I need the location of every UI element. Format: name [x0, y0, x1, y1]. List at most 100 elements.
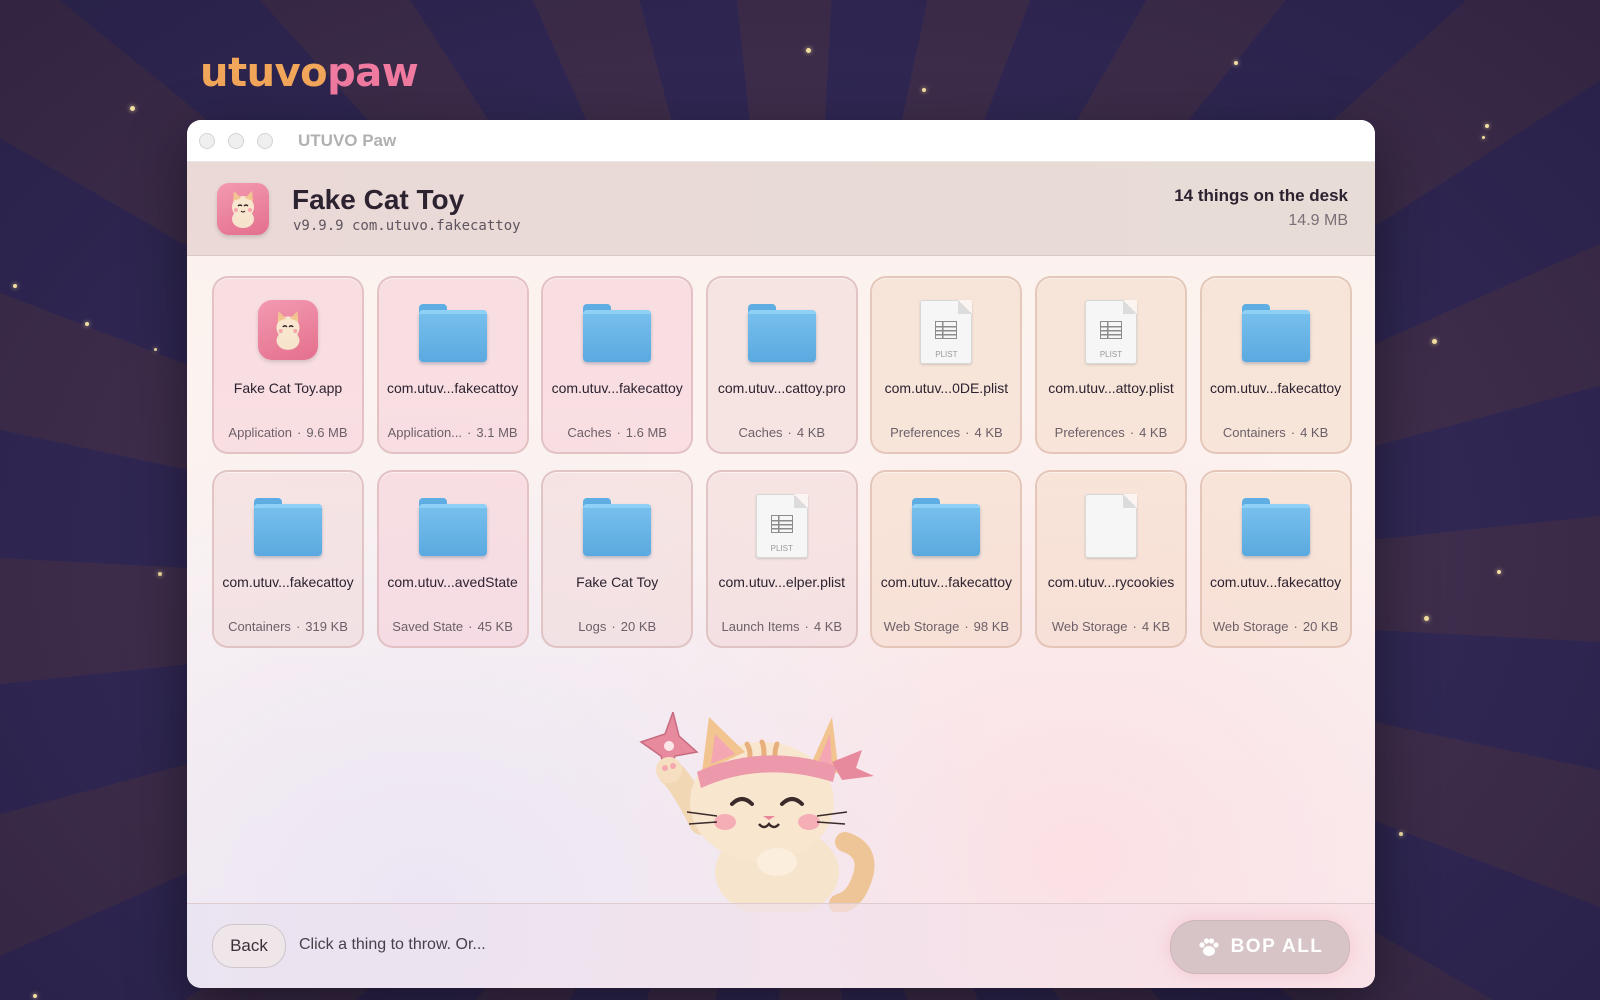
file-meta: Launch Items · 4 KB — [708, 619, 856, 634]
file-tile[interactable]: com.utuv...cattoy.pro Caches · 4 KB — [705, 276, 858, 454]
file-name: Fake Cat Toy.app — [233, 380, 343, 396]
file-meta: Containers · 4 KB — [1202, 425, 1350, 440]
file-category: Web Storage — [1212, 619, 1289, 634]
file-name: com.utuv...rycookies — [1047, 574, 1175, 590]
file-size: 20 KB — [1302, 619, 1339, 634]
file-tile[interactable]: PLIST com.utuv...attoy.plist Preferences · 4… — [1034, 276, 1187, 454]
total-size: 14.9 MB — [1288, 212, 1348, 229]
app-icon — [254, 300, 322, 364]
file-tile[interactable]: com.utuv...fakecattoy Web Storage · 20 KB — [1199, 470, 1352, 648]
file-tile[interactable]: com.utuv...fakecattoy Web Storage · 98 KB — [870, 470, 1023, 648]
file-tile[interactable]: com.utuv...fakecattoy Caches · 1.6 MB — [541, 276, 694, 454]
separator-dot: · — [295, 619, 301, 634]
separator-dot: · — [468, 619, 473, 634]
file-size: 4 KB — [1300, 425, 1329, 440]
folder-icon — [1241, 494, 1310, 558]
file-category: Containers — [228, 619, 291, 634]
file-meta: Web Storage · 20 KB — [1202, 619, 1350, 634]
separator-dot: · — [965, 425, 970, 440]
file-size: 9.6 MB — [306, 425, 348, 440]
file-meta: Caches · 4 KB — [708, 425, 856, 440]
file-category: Saved State — [392, 619, 464, 634]
file-name: Fake Cat Toy — [576, 574, 659, 590]
file-tile[interactable]: com.utuv...fakecattoy Application... · 3.1 … — [376, 276, 529, 454]
file-size: 4 KB — [813, 619, 843, 634]
separator-dot: · — [297, 425, 302, 440]
folder-icon — [418, 300, 487, 364]
brand-logo-part1: utuvo — [200, 50, 328, 96]
app-window: UTUVO Paw Fake Cat Toy v9.9.9 com.utuvo.… — [187, 120, 1375, 988]
app-version: v9.9.9 com.utuvo.fakecattoy — [293, 218, 521, 234]
plist-file-icon: PLIST — [1077, 300, 1145, 364]
item-count: 14 things on the desk — [1174, 186, 1348, 205]
file-name: com.utuv...attoy.plist — [1048, 380, 1174, 396]
file-name: com.utuv...cattoy.pro — [717, 380, 846, 396]
file-category: Web Storage — [1051, 619, 1128, 634]
plist-label: PLIST — [770, 544, 793, 553]
folder-icon — [583, 494, 652, 558]
file-name: com.utuv...fakecattoy — [1209, 574, 1342, 590]
close-window-button[interactable] — [199, 132, 215, 149]
window-title: UTUVO Paw — [298, 130, 397, 150]
folder-icon — [254, 494, 322, 558]
separator-dot: · — [1293, 619, 1298, 634]
file-meta: Preferences · 4 KB — [872, 425, 1020, 440]
folder-icon — [1241, 300, 1310, 364]
file-size: 45 KB — [477, 619, 513, 634]
file-tile[interactable]: PLIST com.utuv...elper.plist Launch Items ·… — [705, 470, 858, 648]
file-meta: Logs · 20 KB — [543, 619, 691, 634]
file-name: com.utuv...fakecattoy — [386, 380, 519, 396]
file-tile[interactable]: com.utuv...fakecattoy Containers · 4 KB — [1199, 276, 1352, 454]
file-tile[interactable]: Fake Cat Toy Logs · 20 KB — [541, 470, 694, 648]
separator-dot: · — [611, 619, 616, 634]
brand-logo-part2: paw — [327, 50, 419, 96]
file-tile[interactable]: com.utuv...fakecattoy Containers · 319 KB — [212, 470, 364, 648]
file-meta: Application... · 3.1 MB — [379, 425, 527, 440]
folder-icon — [418, 494, 487, 558]
file-tile[interactable]: com.utuv...avedState Saved State · 45 KB — [376, 470, 529, 648]
file-size: 4 KB — [1141, 619, 1171, 634]
separator-dot: · — [1132, 619, 1137, 634]
separator-dot: · — [616, 425, 621, 440]
folder-icon — [747, 300, 816, 364]
file-name: com.utuv...avedState — [387, 574, 518, 590]
separator-dot: · — [1129, 425, 1135, 440]
file-size: 4 KB — [796, 425, 826, 440]
footer-bar: Back Click a thing to throw. Or... BOP A… — [187, 903, 1375, 988]
file-category: Application — [228, 425, 293, 440]
paw-icon — [1198, 938, 1219, 956]
app-header: Fake Cat Toy v9.9.9 com.utuvo.fakecattoy… — [187, 162, 1375, 256]
bop-all-label: BOP ALL — [1230, 936, 1324, 957]
file-name: com.utuv...fakecattoy — [1209, 380, 1342, 396]
file-category: Caches — [567, 425, 612, 440]
bop-all-button[interactable]: BOP ALL — [1170, 920, 1350, 974]
folder-icon — [583, 300, 652, 364]
separator-dot: · — [1290, 425, 1296, 440]
file-meta: Web Storage · 4 KB — [1037, 619, 1185, 634]
file-meta: Application · 9.6 MB — [214, 425, 362, 440]
separator-dot: · — [804, 619, 809, 634]
title-bar: UTUVO Paw — [187, 120, 1375, 162]
folder-icon — [912, 494, 981, 558]
blank-file-icon — [1077, 494, 1145, 558]
plist-label: PLIST — [935, 350, 958, 359]
file-meta: Saved State · 45 KB — [379, 619, 527, 634]
file-tile[interactable]: PLIST com.utuv...0DE.plist Preferences · 4 K… — [870, 276, 1023, 454]
file-category: Preferences — [1054, 425, 1125, 440]
zoom-window-button[interactable] — [257, 132, 273, 149]
file-meta: Containers · 319 KB — [214, 619, 362, 634]
app-name: Fake Cat Toy — [292, 184, 465, 215]
separator-dot: · — [787, 425, 792, 440]
footer-hint: Click a thing to throw. Or... — [299, 936, 486, 953]
file-category: Logs — [578, 619, 607, 634]
back-button[interactable]: Back — [212, 924, 286, 968]
separator-dot: · — [964, 619, 969, 634]
file-category: Caches — [738, 425, 783, 440]
minimize-window-button[interactable] — [228, 132, 244, 149]
file-tile[interactable]: Fake Cat Toy.app Application · 9.6 MB — [212, 276, 364, 454]
file-category: Containers — [1222, 425, 1286, 440]
plist-file-icon: PLIST — [912, 300, 980, 364]
file-size: 1.6 MB — [625, 425, 667, 440]
file-size: 98 KB — [973, 619, 1010, 634]
file-tile[interactable]: com.utuv...rycookies Web Storage · 4 KB — [1034, 470, 1187, 648]
